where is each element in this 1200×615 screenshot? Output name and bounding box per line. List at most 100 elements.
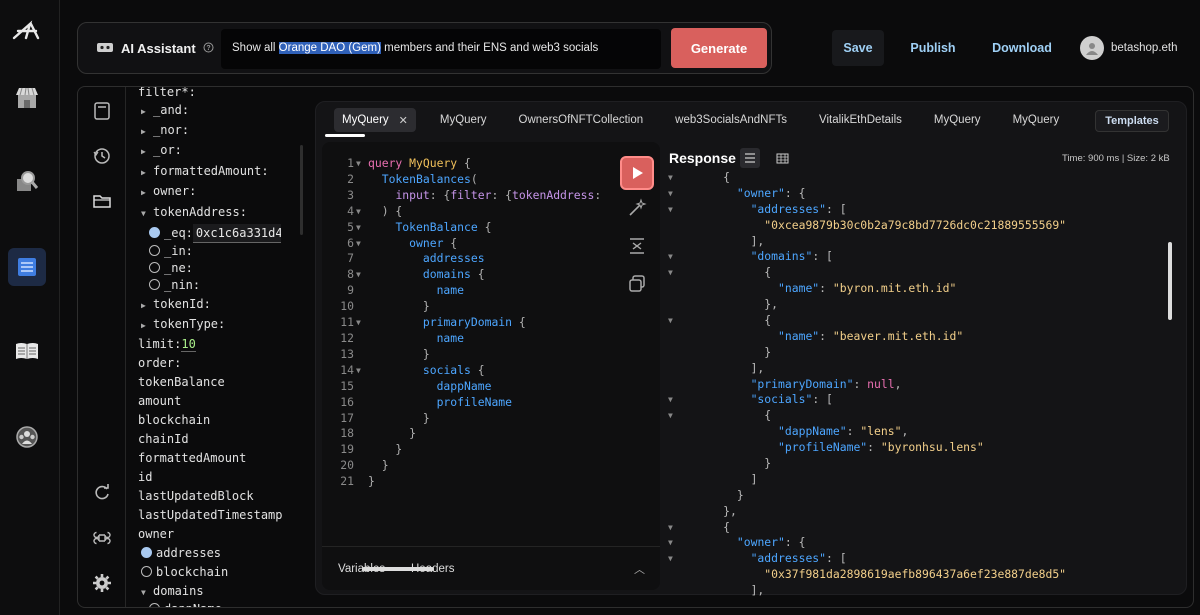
query-tab[interactable]: VitalikEthDetails	[811, 108, 910, 132]
code-line[interactable]: 11 ▼ primaryDomain {	[322, 315, 612, 331]
history-icon[interactable]	[92, 146, 112, 166]
user-menu[interactable]: betashop.eth	[1080, 36, 1178, 60]
close-tab-icon[interactable]: ✕	[399, 114, 408, 127]
explorer-row[interactable]: ▶ _or:	[141, 141, 182, 159]
code-line[interactable]: 8 ▼ domains {	[322, 267, 612, 283]
explorer-row[interactable]: addresses	[141, 544, 221, 562]
fold-arrow-icon[interactable]: ▼	[668, 520, 673, 536]
caret-right-icon[interactable]: ▶	[141, 103, 153, 121]
explorer-row[interactable]: _nin:	[149, 276, 200, 294]
fold-arrow-icon[interactable]: ▼	[356, 236, 368, 252]
explorer-row[interactable]: limit:10	[138, 335, 196, 353]
code-line[interactable]: 1 ▼ query MyQuery {	[322, 156, 612, 172]
fold-arrow-icon[interactable]: ▼	[668, 392, 673, 408]
explorer-row[interactable]: formattedAmount	[138, 449, 246, 467]
chevron-up-icon[interactable]: ︿	[634, 561, 645, 577]
marketplace-icon[interactable]	[8, 79, 46, 117]
code-line[interactable]: 21}	[322, 474, 612, 490]
fold-arrow-icon[interactable]: ▼	[668, 535, 673, 551]
explorer-row[interactable]: owner	[138, 525, 174, 543]
merge-fragments-icon[interactable]	[627, 236, 647, 256]
fold-arrow-icon[interactable]: ▼	[668, 313, 673, 329]
query-code[interactable]: 1 ▼ query MyQuery {2 TokenBalances(3 input…	[322, 156, 612, 490]
caret-right-icon[interactable]: ▶	[141, 164, 153, 182]
response-json[interactable]: ▼ {▼ "owner": {▼ "addresses": [ "0xcea98…	[668, 170, 1168, 596]
unchecked-radio-icon[interactable]	[141, 566, 152, 577]
explorer-row[interactable]: blockchain	[138, 411, 210, 429]
prettify-wand-icon[interactable]	[627, 198, 647, 218]
explorer-row[interactable]: ▶ _nor:	[141, 121, 189, 139]
fold-arrow-icon[interactable]: ▼	[356, 204, 368, 220]
explorer-row[interactable]: ▶ _and:	[141, 101, 189, 119]
caret-down-icon[interactable]: ▼	[141, 205, 153, 223]
caret-right-icon[interactable]: ▶	[141, 143, 153, 161]
fold-arrow-icon[interactable]: ▼	[356, 315, 368, 331]
explorer-row[interactable]: ▶ tokenType:	[141, 315, 225, 333]
explorer-row[interactable]: chainId	[138, 430, 189, 448]
unchecked-radio-icon[interactable]	[149, 603, 160, 607]
code-line[interactable]: 17 }	[322, 411, 612, 427]
folder-icon[interactable]	[92, 191, 112, 211]
save-button[interactable]: Save	[832, 30, 884, 66]
code-line[interactable]: 10 }	[322, 299, 612, 315]
fold-arrow-icon[interactable]: ▼	[668, 265, 673, 281]
docs-book-icon[interactable]	[8, 332, 46, 370]
explorer-row[interactable]: amount	[138, 392, 181, 410]
code-line[interactable]: 2 TokenBalances(	[322, 172, 612, 188]
explore-search-icon[interactable]	[8, 162, 46, 200]
code-line[interactable]: 13 }	[322, 347, 612, 363]
fold-arrow-icon[interactable]: ▼	[356, 220, 368, 236]
download-button[interactable]: Download	[987, 30, 1057, 66]
unchecked-radio-icon[interactable]	[149, 279, 160, 290]
explorer-row[interactable]: _ne:	[149, 259, 193, 277]
explorer-row[interactable]: ▼ tokenAddress:	[141, 203, 247, 221]
fold-arrow-icon[interactable]: ▼	[356, 267, 368, 283]
query-tab[interactable]: MyQuery	[432, 108, 495, 132]
query-tab[interactable]: MyQuery ✕	[334, 108, 416, 132]
caret-right-icon[interactable]: ▶	[141, 297, 153, 315]
checked-radio-icon[interactable]	[149, 227, 160, 238]
code-line[interactable]: 9 name	[322, 283, 612, 299]
fold-arrow-icon[interactable]: ▼	[668, 249, 673, 265]
code-line[interactable]: 4 ▼ ) {	[322, 204, 612, 220]
explorer-row[interactable]: filter*:	[138, 87, 196, 101]
explorer-row[interactable]: dappName	[149, 600, 222, 607]
community-icon[interactable]	[8, 418, 46, 456]
fold-arrow-icon[interactable]: ▼	[668, 202, 673, 218]
code-line[interactable]: 14 ▼ socials {	[322, 363, 612, 379]
settings-gear-icon[interactable]	[92, 573, 112, 593]
explorer-row[interactable]: tokenBalance	[138, 373, 225, 391]
query-builder-icon[interactable]	[8, 248, 46, 286]
table-view-icon[interactable]	[772, 148, 792, 168]
explorer-row[interactable]: ▶ formattedAmount:	[141, 162, 269, 180]
fold-arrow-icon[interactable]: ▼	[668, 170, 673, 186]
headers-tab[interactable]: Headers	[411, 563, 454, 575]
explorer-row[interactable]: order:	[138, 354, 181, 372]
query-tab[interactable]: MyQuery	[1005, 108, 1068, 132]
explorer-row[interactable]: ▶ tokenId:	[141, 295, 211, 313]
fold-arrow-icon[interactable]: ▼	[668, 186, 673, 202]
code-line[interactable]: 15 dappName	[322, 379, 612, 395]
help-icon[interactable]: ?	[203, 41, 214, 56]
query-editor[interactable]: 1 ▼ query MyQuery {2 TokenBalances(3 input…	[322, 142, 660, 590]
explorer-row[interactable]: ▶ owner:	[141, 182, 196, 200]
list-view-icon[interactable]	[740, 148, 760, 168]
code-line[interactable]: 16 profileName	[322, 395, 612, 411]
code-line[interactable]: 12 name	[322, 331, 612, 347]
templates-button[interactable]: Templates	[1095, 110, 1169, 132]
code-line[interactable]: 19 }	[322, 442, 612, 458]
variables-tab[interactable]: Variables	[338, 563, 385, 575]
refresh-icon[interactable]	[92, 483, 112, 503]
generate-button[interactable]: Generate	[671, 28, 767, 68]
document-icon[interactable]	[92, 101, 112, 121]
explorer-row[interactable]: lastUpdatedTimestamp	[138, 506, 283, 524]
unchecked-radio-icon[interactable]	[149, 245, 160, 256]
caret-right-icon[interactable]: ▶	[141, 184, 153, 202]
token-address-input[interactable]: 0xc1c6a331d4013f	[192, 224, 281, 243]
response-scrollbar[interactable]	[1168, 242, 1172, 320]
explorer-row[interactable]: id	[138, 468, 152, 486]
query-tab[interactable]: web3SocialsAndNFTs	[667, 108, 795, 132]
ai-prompt-input[interactable]: Show all Orange DAO (Gem) members and th…	[221, 29, 661, 69]
unchecked-radio-icon[interactable]	[149, 262, 160, 273]
code-line[interactable]: 5 ▼ TokenBalance {	[322, 220, 612, 236]
